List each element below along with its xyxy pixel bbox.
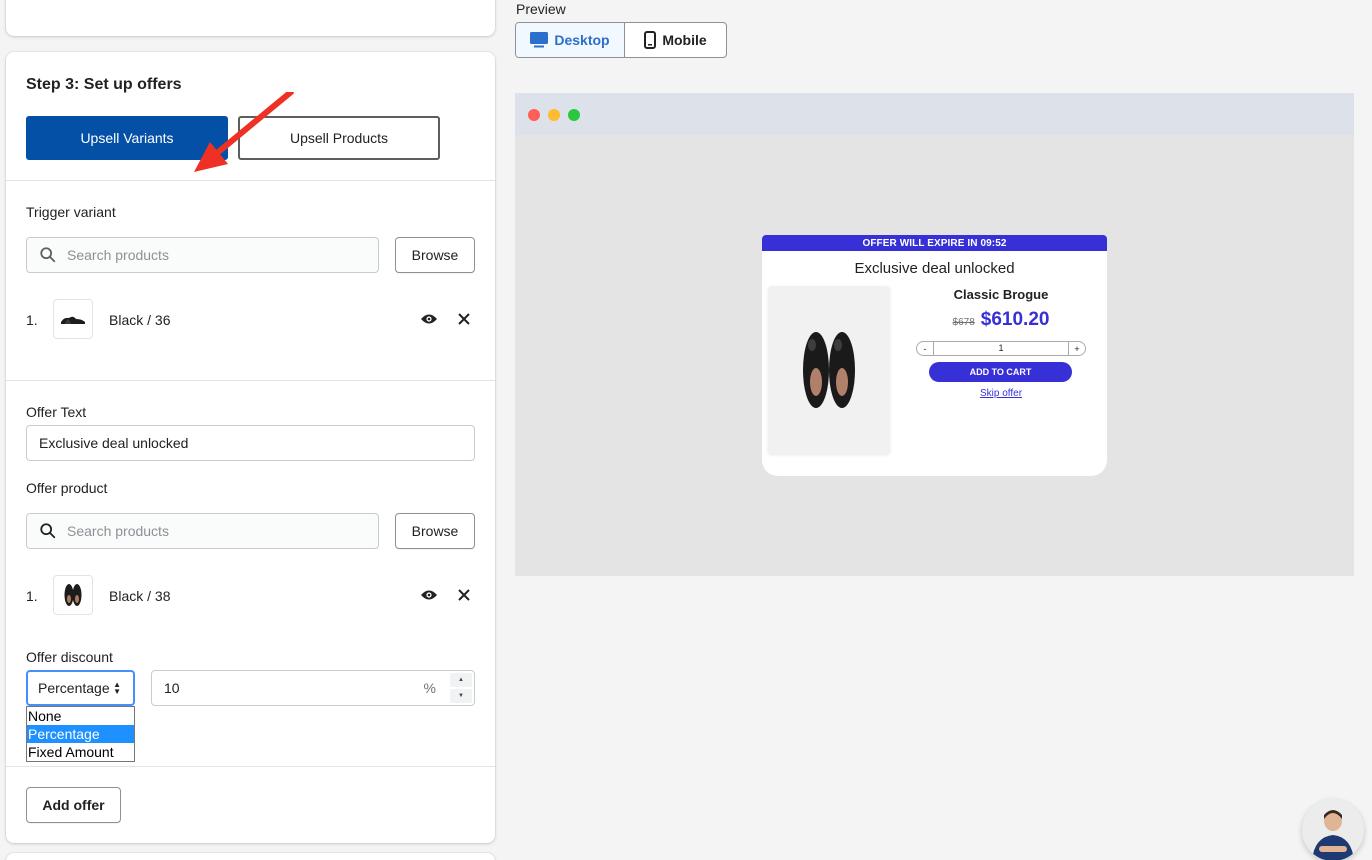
tab-desktop[interactable]: Desktop	[516, 23, 625, 57]
select-arrows-icon: ▲ ▼	[113, 680, 121, 696]
dropdown-option[interactable]: None	[27, 707, 134, 725]
eye-icon[interactable]	[419, 309, 439, 329]
popup-title: Exclusive deal unlocked	[854, 260, 1015, 277]
trigger-item-name: Black / 36	[109, 312, 171, 328]
search-placeholder: Search products	[67, 247, 169, 263]
new-price: $610.20	[980, 309, 1050, 330]
popup-product-name: Classic Brogue	[953, 287, 1049, 302]
qty-plus-button[interactable]: +	[1069, 344, 1085, 354]
offer-product-browse-button[interactable]: Browse	[395, 513, 475, 549]
close-icon[interactable]	[455, 586, 473, 604]
discount-type-dropdown[interactable]: None Percentage Fixed Amount	[26, 706, 135, 762]
product-image	[768, 286, 890, 454]
offer-product-label: Offer product	[26, 480, 108, 496]
divider	[6, 766, 495, 767]
setup-offers-card: Step 3: Set up offers Upsell Variants Up…	[6, 52, 495, 843]
offer-product-search-input[interactable]: Search products	[26, 513, 379, 549]
support-avatar[interactable]	[1302, 799, 1364, 860]
skip-offer-link[interactable]: Skip offer	[916, 388, 1086, 399]
shoe-side-icon	[53, 299, 93, 339]
trigger-variant-label: Trigger variant	[26, 204, 116, 220]
upsell-popup: OFFER WILL EXPIRE IN 09:52 Exclusive dea…	[762, 235, 1107, 476]
step-title: Step 3: Set up offers	[26, 76, 182, 93]
tab-mobile[interactable]: Mobile	[625, 23, 726, 57]
eye-icon[interactable]	[419, 585, 439, 605]
browser-title-bar	[515, 93, 1354, 135]
quantity-stepper[interactable]: - 1 +	[916, 341, 1086, 356]
search-icon	[40, 247, 56, 263]
preview-device-tabs: Desktop Mobile	[515, 22, 727, 58]
shoe-pair-icon	[803, 332, 855, 408]
qty-value[interactable]: 1	[933, 342, 1069, 355]
offer-product-item-number: 1.	[26, 588, 38, 604]
divider	[6, 380, 495, 381]
mobile-icon	[644, 31, 657, 49]
offer-product-item-name: Black / 38	[109, 588, 171, 604]
number-stepper[interactable]: ▲ ▼	[450, 673, 472, 703]
add-offer-button[interactable]: Add offer	[26, 787, 121, 823]
dropdown-option[interactable]: Fixed Amount	[27, 743, 134, 761]
discount-type-select[interactable]: Percentage ▲ ▼	[26, 670, 135, 706]
offer-text-label: Offer Text	[26, 404, 87, 420]
trigger-browse-button[interactable]: Browse	[395, 237, 475, 273]
discount-suffix: %	[423, 680, 436, 696]
tab-desktop-label: Desktop	[554, 32, 610, 48]
previous-card	[6, 0, 495, 36]
expiry-banner: OFFER WILL EXPIRE IN 09:52	[762, 235, 1107, 251]
discount-amount-field[interactable]: 10 % ▲ ▼	[151, 670, 475, 706]
add-to-cart-button[interactable]: ADD TO CART	[929, 362, 1072, 382]
trigger-search-input[interactable]: Search products	[26, 237, 379, 273]
popup-prices: $678 $610.20	[916, 309, 1086, 331]
next-card	[6, 853, 495, 860]
stepper-up-icon[interactable]: ▲	[450, 673, 472, 687]
stepper-down-icon[interactable]: ▼	[450, 689, 472, 703]
discount-type-value: Percentage	[38, 680, 110, 696]
old-price: $678	[952, 317, 975, 328]
trigger-item-number: 1.	[26, 312, 38, 328]
search-placeholder: Search products	[67, 523, 169, 539]
discount-amount-value: 10	[164, 680, 180, 696]
maximize-dot-icon	[568, 109, 580, 121]
qty-minus-button[interactable]: -	[917, 344, 933, 354]
annotation-arrow-icon	[194, 92, 294, 172]
close-icon[interactable]	[455, 310, 473, 328]
desktop-preview-window: OFFER WILL EXPIRE IN 09:52 Exclusive dea…	[515, 93, 1354, 576]
close-dot-icon	[528, 109, 540, 121]
shoe-pair-icon	[53, 575, 93, 615]
avatar-person-icon	[1302, 799, 1364, 860]
minimize-dot-icon	[548, 109, 560, 121]
offer-text-field[interactable]: Exclusive deal unlocked	[26, 425, 475, 461]
search-icon	[40, 523, 56, 539]
preview-label: Preview	[516, 1, 566, 17]
desktop-icon	[530, 32, 549, 48]
tab-mobile-label: Mobile	[662, 32, 707, 48]
dropdown-option-selected[interactable]: Percentage	[27, 725, 134, 743]
offer-discount-label: Offer discount	[26, 649, 113, 665]
